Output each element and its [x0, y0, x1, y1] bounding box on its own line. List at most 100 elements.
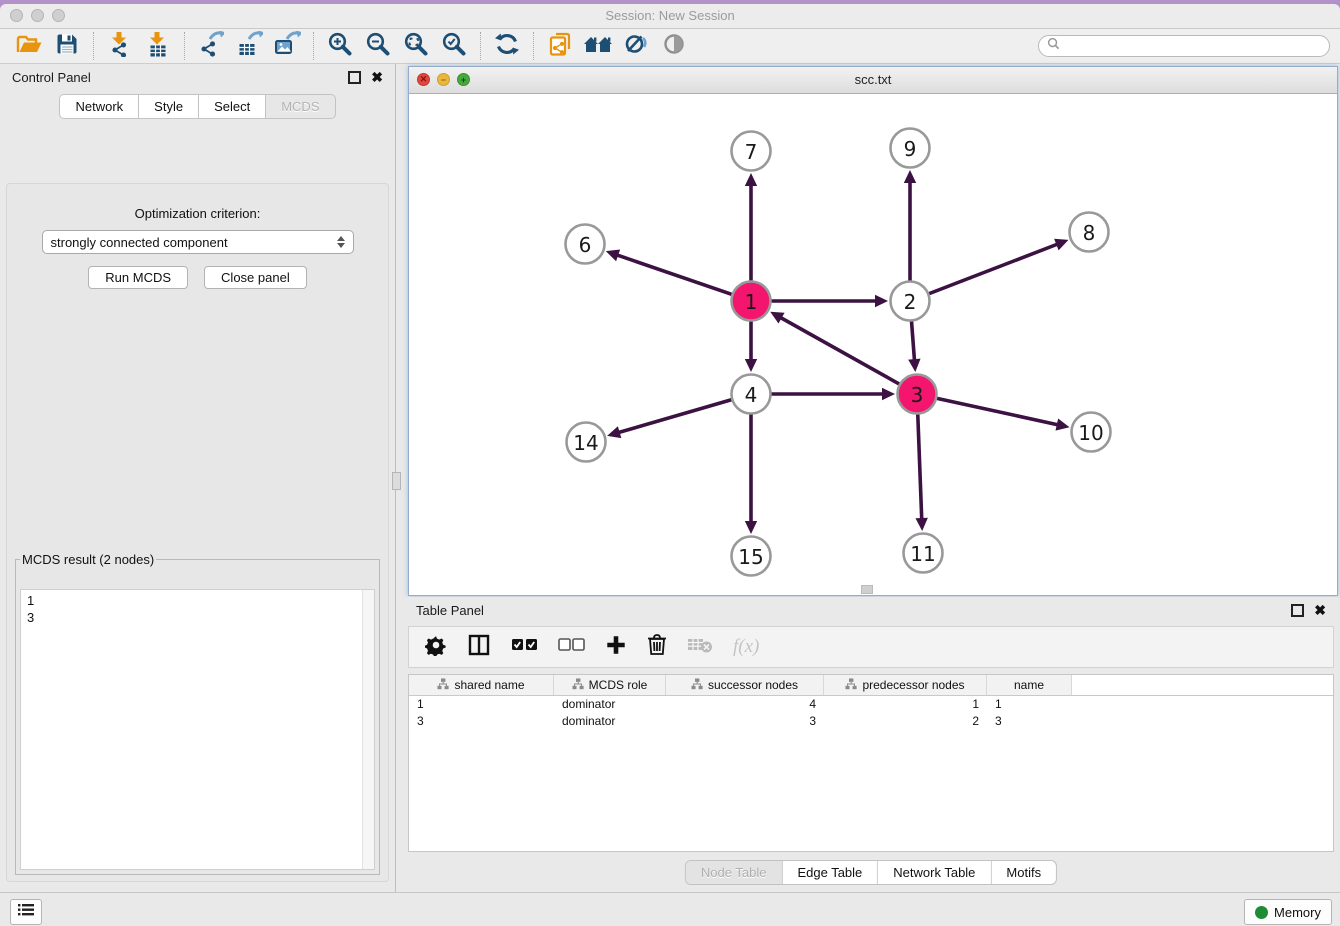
eye-slash-icon	[623, 31, 649, 62]
edge-1-6[interactable]	[616, 255, 731, 295]
apply-layout-button[interactable]	[488, 31, 526, 61]
close-table-panel-icon[interactable]: ✖	[1314, 603, 1326, 617]
table-cell[interactable]: dominator	[554, 713, 666, 730]
close-panel-icon[interactable]: ✖	[371, 70, 383, 84]
table-row[interactable]: 3dominator323	[409, 713, 1333, 730]
search-input[interactable]	[1065, 38, 1321, 54]
canvas-scroll-thumb[interactable]	[861, 585, 873, 594]
column-header-name[interactable]: name	[987, 675, 1072, 695]
graph-node-6[interactable]: 6	[566, 225, 605, 264]
table-cell[interactable]: 1	[987, 696, 1072, 713]
task-history-button[interactable]	[10, 899, 42, 925]
close-panel-button[interactable]: Close panel	[204, 266, 307, 289]
maximize-window-icon[interactable]	[52, 9, 65, 22]
deselect-all-checkboxes-button[interactable]	[558, 632, 585, 662]
graph-node-3[interactable]: 3	[898, 375, 937, 414]
import-table-icon	[146, 31, 170, 62]
network-minimize-icon[interactable]: −	[437, 73, 450, 86]
tab-motifs[interactable]: Motifs	[991, 861, 1056, 884]
network-canvas[interactable]: 7 9 6 8 1 2 4 3 14 10 15 11	[409, 94, 1337, 595]
edge-3-1[interactable]	[780, 317, 899, 384]
float-table-panel-icon[interactable]	[1291, 604, 1304, 617]
svg-text:4: 4	[745, 383, 758, 407]
zoom-out-button[interactable]	[359, 31, 397, 61]
graph-node-9[interactable]: 9	[891, 129, 930, 168]
graph-node-7[interactable]: 7	[732, 132, 771, 171]
graph-node-15[interactable]: 15	[732, 537, 771, 576]
eye-button[interactable]	[655, 31, 693, 61]
table-cell[interactable]: 4	[666, 696, 824, 713]
export-network-button[interactable]	[192, 31, 230, 61]
table-cell[interactable]: 3	[987, 713, 1072, 730]
save-session-button[interactable]	[48, 31, 86, 61]
tab-select[interactable]: Select	[198, 94, 265, 119]
graph-node-14[interactable]: 14	[567, 423, 606, 462]
network-graph[interactable]: 7 9 6 8 1 2 4 3 14 10 15 11	[409, 94, 1337, 595]
import-table-button[interactable]	[139, 31, 177, 61]
close-window-icon[interactable]	[10, 9, 23, 22]
search-box[interactable]	[1038, 35, 1330, 57]
graph-node-4[interactable]: 4	[732, 375, 771, 414]
delete-column-trash-button[interactable]	[647, 632, 667, 662]
tab-style[interactable]: Style	[138, 94, 198, 119]
open-session-button[interactable]	[10, 31, 48, 61]
tab-node-table[interactable]: Node Table	[686, 861, 783, 884]
tab-network[interactable]: Network	[59, 94, 138, 119]
network-zoom-icon[interactable]: +	[457, 73, 470, 86]
network-window-titlebar[interactable]: ✕ − + scc.txt	[409, 67, 1337, 94]
edge-3-11[interactable]	[918, 414, 922, 520]
zoom-fit-button[interactable]	[397, 31, 435, 61]
node-table[interactable]: shared nameMCDS rolesuccessor nodesprede…	[408, 674, 1334, 852]
import-network-button[interactable]	[101, 31, 139, 61]
edge-2-8[interactable]	[929, 244, 1058, 294]
graph-node-11[interactable]: 11	[904, 534, 943, 573]
column-header-predecessor-nodes[interactable]: predecessor nodes	[824, 675, 987, 695]
tab-network-table[interactable]: Network Table	[878, 861, 991, 884]
column-header-successor-nodes[interactable]: successor nodes	[666, 675, 824, 695]
minimize-window-icon[interactable]	[31, 9, 44, 22]
network-view-window[interactable]: ✕ − + scc.txt 7 9 6 8 1 2 4 3 14 10 15 11	[408, 66, 1338, 596]
table-settings-gear-button[interactable]	[425, 632, 447, 662]
clone-network-button[interactable]	[541, 31, 579, 61]
tab-edge-table[interactable]: Edge Table	[782, 861, 878, 884]
edge-2-3[interactable]	[912, 321, 915, 361]
graph-node-2[interactable]: 2	[891, 282, 930, 321]
graph-node-8[interactable]: 8	[1070, 213, 1109, 252]
edge-3-10[interactable]	[937, 398, 1059, 425]
graph-node-1[interactable]: 1	[732, 282, 771, 321]
column-header-MCDS-role[interactable]: MCDS role	[554, 675, 666, 695]
edge-4-14[interactable]	[618, 400, 732, 433]
add-column-button[interactable]	[605, 632, 627, 662]
table-cell[interactable]: 1	[824, 696, 987, 713]
export-table-button[interactable]	[230, 31, 268, 61]
tab-mcds[interactable]: MCDS	[265, 94, 335, 119]
table-row[interactable]: 1dominator411	[409, 696, 1333, 713]
column-header-shared-name[interactable]: shared name	[409, 675, 554, 695]
export-image-button[interactable]	[268, 31, 306, 61]
panel-divider-grip[interactable]	[392, 472, 401, 490]
toggle-columns-button[interactable]	[467, 632, 491, 662]
double-home-button[interactable]	[579, 31, 617, 61]
float-panel-icon[interactable]	[348, 71, 361, 84]
zoom-selected-button[interactable]	[435, 31, 473, 61]
table-cell[interactable]: dominator	[554, 696, 666, 713]
eye-icon	[662, 32, 686, 61]
select-all-checkboxes-button[interactable]	[511, 632, 538, 662]
graph-node-10[interactable]: 10	[1072, 413, 1111, 452]
mcds-result-list[interactable]: 13	[20, 589, 375, 870]
table-cell[interactable]: 3	[409, 713, 554, 730]
control-panel-title: Control Panel	[12, 70, 91, 85]
control-panel-tabs: NetworkStyleSelectMCDS	[0, 94, 395, 119]
table-cell[interactable]: 2	[824, 713, 987, 730]
optimization-criterion-select[interactable]: strongly connected component	[42, 230, 354, 254]
table-cell[interactable]: 1	[409, 696, 554, 713]
result-scrollbar[interactable]	[362, 590, 374, 869]
run-mcds-button[interactable]: Run MCDS	[88, 266, 188, 289]
network-close-icon[interactable]: ✕	[417, 73, 430, 86]
edge-arrowhead	[606, 250, 620, 262]
select-stepper-icon	[337, 236, 345, 248]
table-cell[interactable]: 3	[666, 713, 824, 730]
eye-slash-button[interactable]	[617, 31, 655, 61]
memory-button[interactable]: Memory	[1244, 899, 1332, 925]
zoom-in-button[interactable]	[321, 31, 359, 61]
